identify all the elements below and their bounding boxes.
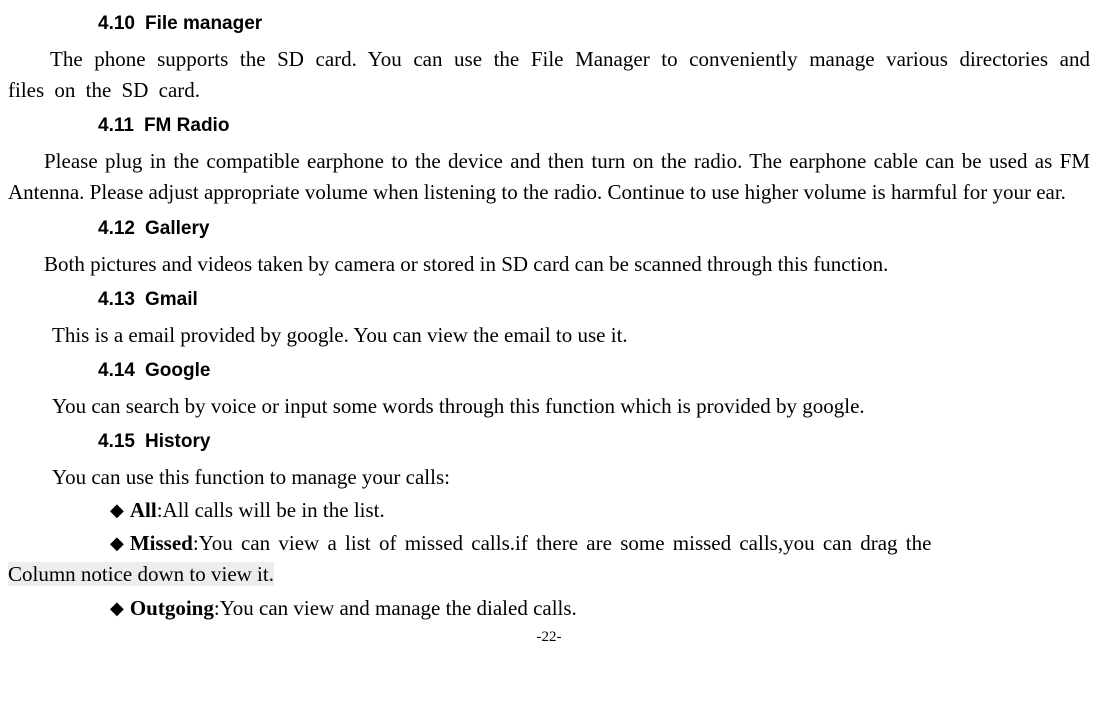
section-body-google: You can search by voice or input some wo… [8, 391, 1090, 422]
section-title: FM Radio [144, 115, 230, 136]
history-item-all: ◆All:All calls will be in the list. [8, 495, 1090, 526]
diamond-icon: ◆ [110, 530, 124, 557]
section-heading-history: 4.15 History [98, 428, 1090, 456]
history-item-text: :You can view and manage the dialed call… [214, 596, 577, 620]
section-body-history: You can use this function to manage your… [8, 462, 1090, 493]
section-heading-fm-radio: 4.11 FM Radio [98, 112, 1090, 140]
section-body-fm-radio: Please plug in the compatible earphone t… [8, 146, 1090, 208]
history-item-label: Missed [130, 531, 193, 555]
section-number: 4.10 [98, 10, 135, 38]
history-item-text: :All calls will be in the list. [157, 498, 385, 522]
history-item-label: All [130, 498, 157, 522]
history-item-text-part2: Column notice down to view it. [8, 562, 274, 586]
diamond-icon: ◆ [110, 497, 124, 524]
history-item-missed: ◆Missed:You can view a list of missed ca… [8, 528, 1090, 590]
section-title: Google [145, 360, 210, 381]
section-title: Gallery [145, 218, 209, 239]
section-number: 4.13 [98, 286, 135, 314]
history-item-text-part1: :You can view a list of missed calls.if … [193, 531, 932, 555]
section-heading-gallery: 4.12 Gallery [98, 215, 1090, 243]
section-title: History [145, 431, 210, 452]
history-item-missed-continuation: Column notice down to view it. [8, 559, 1090, 590]
history-item-outgoing: ◆Outgoing:You can view and manage the di… [8, 593, 1090, 624]
section-number: 4.12 [98, 215, 135, 243]
section-body-file-manager: The phone supports the SD card. You can … [8, 44, 1090, 106]
section-heading-file-manager: 4.10 File manager [98, 10, 1090, 38]
section-heading-google: 4.14 Google [98, 357, 1090, 385]
section-number: 4.15 [98, 428, 135, 456]
section-body-gmail: This is a email provided by google. You … [8, 320, 1090, 351]
section-number: 4.11 [98, 112, 134, 140]
page-number: -22- [8, 626, 1090, 648]
section-title: Gmail [145, 289, 198, 310]
history-item-label: Outgoing [130, 596, 214, 620]
section-heading-gmail: 4.13 Gmail [98, 286, 1090, 314]
section-body-gallery: Both pictures and videos taken by camera… [8, 249, 1090, 280]
diamond-icon: ◆ [110, 595, 124, 622]
section-number: 4.14 [98, 357, 135, 385]
section-title: File manager [145, 13, 262, 34]
